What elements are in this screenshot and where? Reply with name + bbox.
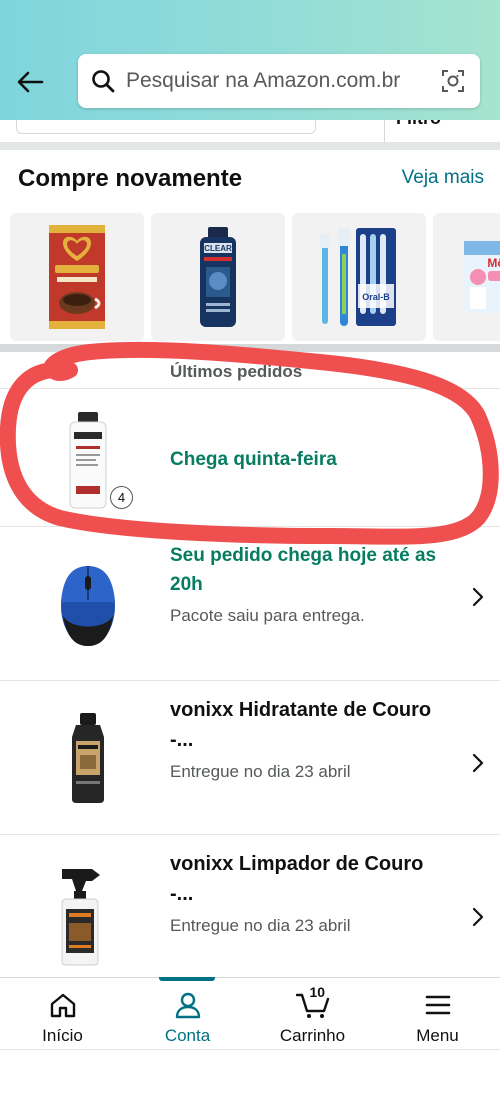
back-arrow-icon <box>17 71 44 93</box>
nav-menu[interactable]: Menu <box>375 978 500 1049</box>
order-item[interactable]: vonixx Limpador de Couro -... Entregue n… <box>0 834 500 978</box>
quantity-badge: 4 <box>110 486 133 509</box>
search-bar[interactable] <box>78 54 480 108</box>
order-detail: Entregue no dia 23 abril <box>170 762 351 781</box>
nav-cart[interactable]: 10 Carrinho <box>250 978 375 1049</box>
buy-again-item[interactable]: Mônica <box>433 213 500 341</box>
buy-again-item[interactable]: CLEAR <box>151 213 285 341</box>
spray-bottle-icon <box>61 869 100 966</box>
orders-filter-row: Filtro <box>0 120 500 142</box>
order-delivery-status: Chega quinta-feira <box>170 449 337 470</box>
chevron-right-icon <box>466 585 490 609</box>
cart-icon: 10 <box>295 984 330 1020</box>
buy-again-carousel[interactable]: CLEAR Oral-B M <box>10 213 500 341</box>
orders-search-field[interactable] <box>16 120 316 134</box>
section-divider <box>0 142 500 150</box>
buy-again-title: Compre novamente <box>18 165 243 192</box>
nav-account-label: Conta <box>164 1026 211 1045</box>
order-detail: Pacote saiu para entrega. <box>170 606 365 625</box>
app-root: Filtro Compre novamente Veja mais <box>0 0 500 1111</box>
chevron-right-icon <box>466 905 490 929</box>
toothbrush-pack-icon: Oral-B <box>320 228 396 326</box>
orders-section-title: Últimos pedidos <box>170 362 303 381</box>
coffee-box-icon <box>49 225 105 329</box>
nav-home-label: Início <box>42 1026 83 1045</box>
order-item[interactable]: Seu pedido chega hoje até as 20h Pacote … <box>0 526 500 680</box>
camera-search-icon[interactable] <box>438 66 468 96</box>
order-info: Seu pedido chega hoje até as 20h Pacote … <box>170 541 444 629</box>
see-more-link[interactable]: Veja mais <box>402 167 484 189</box>
wireless-mouse-icon <box>61 566 115 646</box>
section-divider <box>0 344 500 352</box>
account-icon <box>171 990 205 1020</box>
chevron-right-icon <box>466 751 490 775</box>
diaper-pack-icon: Mônica <box>464 241 500 313</box>
back-button[interactable] <box>10 62 50 102</box>
orders-section: Últimos pedidos Chega quinta-feira Seu p… <box>0 352 500 978</box>
lotion-bottle-icon <box>69 412 107 509</box>
order-delivery-status: Seu pedido chega hoje até as 20h <box>170 545 437 595</box>
search-input[interactable] <box>126 69 438 93</box>
home-icon <box>46 990 80 1020</box>
cart-count-badge: 10 <box>309 984 326 1000</box>
nav-home[interactable]: Início <box>0 978 125 1049</box>
order-product-name: vonixx Hidratante de Couro -... <box>170 699 432 751</box>
menu-icon <box>421 990 455 1020</box>
order-product-name: vonixx Limpador de Couro -... <box>170 853 424 905</box>
order-info: vonixx Hidratante de Couro -... Entregue… <box>170 695 444 785</box>
order-thumbnail <box>40 703 136 813</box>
order-info: Chega quinta-feira <box>170 445 444 474</box>
shampoo-bottle-icon: CLEAR <box>200 227 236 327</box>
order-item[interactable]: Chega quinta-feira <box>0 388 500 526</box>
bottom-navigation: Início Conta 10 Carrinho Menu <box>0 977 500 1049</box>
buy-again-section: Compre novamente Veja mais CLEAR Oral-B … <box>0 150 500 348</box>
system-bar-area <box>0 1049 500 1111</box>
nav-menu-label: Menu <box>416 1026 459 1045</box>
order-info: vonixx Limpador de Couro -... Entregue n… <box>170 849 444 939</box>
buy-again-item[interactable] <box>10 213 144 341</box>
leather-conditioner-icon <box>72 713 104 803</box>
search-icon <box>90 68 116 94</box>
order-item[interactable]: vonixx Hidratante de Couro -... Entregue… <box>0 680 500 834</box>
order-thumbnail <box>40 549 136 659</box>
header <box>0 0 500 120</box>
divider <box>384 120 385 142</box>
svg-text:Oral-B: Oral-B <box>362 292 390 302</box>
order-detail: Entregue no dia 23 abril <box>170 916 351 935</box>
order-thumbnail <box>40 859 136 969</box>
svg-text:Mônica: Mônica <box>487 256 500 270</box>
buy-again-item[interactable]: Oral-B <box>292 213 426 341</box>
filter-button[interactable]: Filtro <box>396 120 441 129</box>
nav-cart-label: Carrinho <box>279 1026 346 1045</box>
svg-text:CLEAR: CLEAR <box>204 244 232 253</box>
nav-account[interactable]: Conta <box>125 977 250 1049</box>
